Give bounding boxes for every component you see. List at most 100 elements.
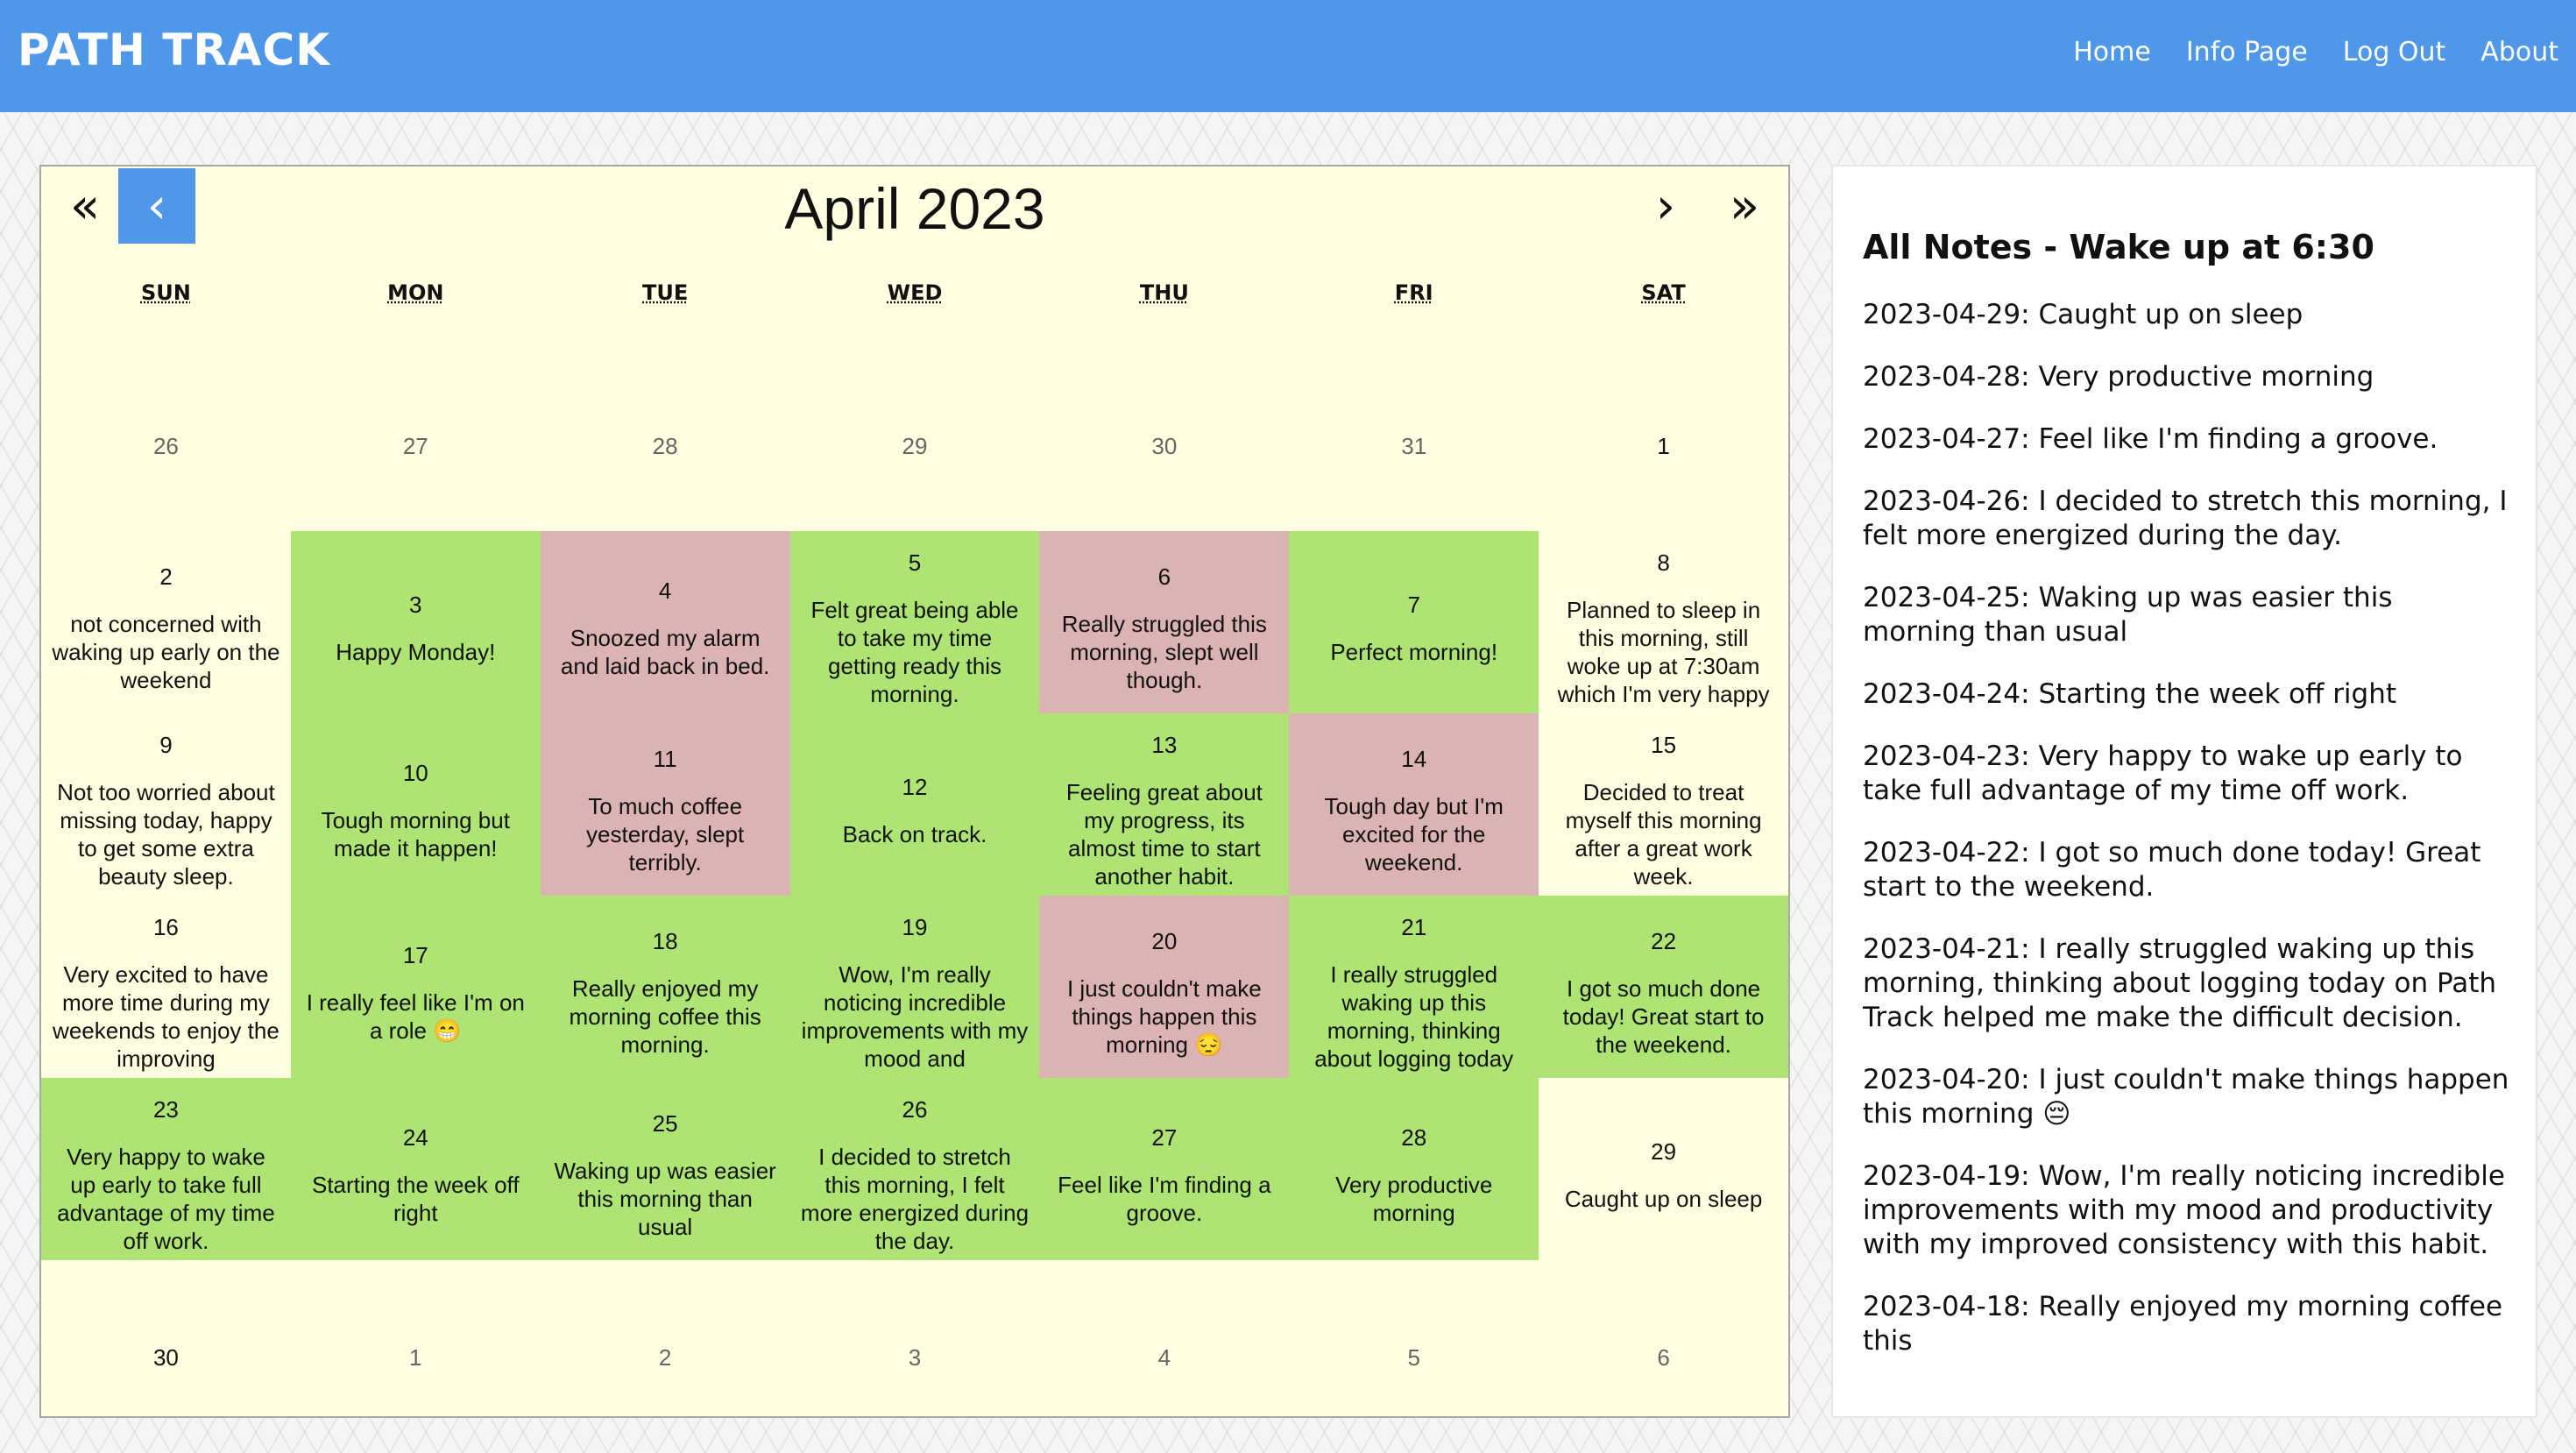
calendar-day-cell[interactable]: 4 Snoozed my alarm and laid back in bed. (540, 531, 790, 713)
notes-title: All Notes - Wake up at 6:30 (1863, 228, 2374, 266)
day-note: Not too worried about missing today, hap… (57, 778, 275, 890)
nav-about-link[interactable]: About (2480, 37, 2558, 67)
day-number: 11 (653, 745, 677, 772)
day-number: 5 (908, 549, 922, 576)
calendar-day-cell[interactable]: 23 Very happy to wake up early to take fu… (41, 1078, 291, 1260)
day-number: 30 (1151, 432, 1178, 459)
day-number: 1 (1657, 432, 1670, 459)
weekday-wed: WED (887, 280, 943, 305)
brand-logo[interactable]: PATH TRACK (18, 25, 330, 75)
calendar-day-cell[interactable]: 3 (790, 1260, 1040, 1442)
calendar-day-cell[interactable]: 29 (790, 349, 1040, 531)
day-number: 23 (152, 1095, 179, 1123)
calendar-day-cell[interactable]: 5 (1289, 1260, 1539, 1442)
calendar-day-cell[interactable]: 18 Really enjoyed my morning coffee this … (540, 896, 790, 1078)
calendar-day-cell[interactable]: 28 (541, 349, 790, 531)
next-year-button[interactable]: » (1706, 168, 1783, 244)
calendar-day-cell[interactable]: 15 Decided to treat myself this morning a… (1539, 713, 1788, 896)
calendar-day-cell[interactable]: 2 not concerned with waking up early on t… (41, 531, 291, 713)
day-note: I just couldn't make things happen this … (1066, 975, 1262, 1058)
calendar-day-cell[interactable]: 19 Wow, I'm really noticing incredible im… (789, 896, 1040, 1078)
weekday-fri: FRI (1394, 280, 1433, 305)
next-month-button[interactable]: › (1627, 168, 1704, 244)
calendar-day-cell[interactable]: 26 I decided to stretch this morning, I f… (789, 1078, 1040, 1260)
calendar-day-cell[interactable]: 26 (41, 349, 291, 531)
calendar-day-cell[interactable]: 27 (291, 349, 541, 531)
day-number: 25 (652, 1109, 678, 1137)
calendar-day-cell[interactable]: 1 (1539, 349, 1788, 531)
calendar-day-cell[interactable]: 6 (1539, 1260, 1788, 1442)
note-item: 2023-04-21: I really struggled waking up… (1863, 933, 2497, 1033)
calendar-day-cell[interactable]: 14 Tough day but I'm excited for the week… (1289, 713, 1539, 896)
day-number: 2 (658, 1343, 672, 1371)
calendar-day-cell[interactable]: 12 Back on track. (789, 713, 1040, 896)
day-number: 29 (902, 432, 928, 459)
day-number: 15 (1651, 731, 1677, 758)
note-item: 2023-04-19: Wow, I'm really noticing inc… (1863, 1160, 2505, 1260)
day-number: 6 (1157, 563, 1171, 590)
day-number: 1 (409, 1343, 422, 1371)
calendar-day-cell[interactable]: 3 Happy Monday! (290, 531, 541, 713)
calendar-day-cell[interactable]: 4 (1039, 1260, 1289, 1442)
calendar-day-cell[interactable]: 27 Feel like I'm finding a groove. (1039, 1078, 1290, 1260)
day-note: Planned to sleep in this morning, still … (1557, 596, 1770, 707)
day-note: Very productive morning (1335, 1171, 1493, 1226)
day-number: 27 (1151, 1123, 1178, 1151)
nav-logout-link[interactable]: Log Out (2343, 37, 2446, 67)
weekday-sun: SUN (140, 280, 191, 305)
day-number: 20 (1151, 927, 1178, 954)
day-number: 6 (1657, 1343, 1670, 1371)
calendar-day-cell[interactable]: 28 Very productive morning (1289, 1078, 1539, 1260)
calendar-day-cell[interactable]: 20 I just couldn't make things happen thi… (1039, 896, 1290, 1078)
day-number: 31 (1401, 432, 1427, 459)
calendar-day-cell[interactable]: 17 I really feel like I'm on a role 😁 (290, 896, 541, 1078)
calendar-header: « ‹ April 2023 › » (41, 167, 1788, 245)
top-navbar: PATH TRACK Home Info Page Log Out About (0, 0, 2576, 112)
calendar-day-cell[interactable]: 7 Perfect morning! (1289, 531, 1539, 713)
calendar-day-cell[interactable]: 25 Waking up was easier this morning than… (540, 1078, 790, 1260)
nav-info-link[interactable]: Info Page (2186, 37, 2308, 67)
day-number: 12 (902, 773, 928, 800)
day-note: Feel like I'm finding a groove. (1058, 1171, 1271, 1226)
calendar-day-cell[interactable]: 2 (541, 1260, 790, 1442)
day-number: 17 (402, 941, 428, 968)
calendar-day-cell[interactable]: 30 (1039, 349, 1289, 531)
day-number: 7 (1407, 591, 1420, 618)
day-number: 9 (159, 731, 173, 758)
month-title: April 2023 (784, 176, 1045, 241)
day-number: 28 (652, 432, 678, 459)
note-item: 2023-04-27: Feel like I'm finding a groo… (1863, 423, 2438, 455)
calendar-day-cell[interactable]: 10 Tough morning but made it happen! (290, 713, 541, 896)
nav-home-link[interactable]: Home (2073, 37, 2151, 67)
calendar-day-cell[interactable]: 30 (41, 1260, 291, 1442)
calendar-day-cell[interactable]: 21 I really struggled waking up this morn… (1289, 896, 1539, 1078)
note-item: 2023-04-24: Starting the week off right (1863, 678, 2397, 710)
calendar-day-cell[interactable]: 11 To much coffee yesterday, slept terrib… (540, 713, 790, 896)
day-number: 24 (402, 1123, 428, 1151)
calendar-day-cell[interactable]: 29 Caught up on sleep (1539, 1078, 1788, 1260)
day-note: Back on track. (842, 820, 987, 847)
day-number: 29 (1651, 1138, 1677, 1165)
day-number: 27 (402, 432, 428, 459)
calendar-day-cell[interactable]: 9 Not too worried about missing today, ha… (41, 713, 291, 896)
day-note: To much coffee yesterday, slept terribly… (586, 792, 745, 875)
calendar-day-cell[interactable]: 13 Feeling great about my progress, its a… (1039, 713, 1290, 896)
day-note: Very happy to wake up early to take full… (57, 1143, 275, 1254)
calendar-day-cell[interactable]: 31 (1289, 349, 1539, 531)
day-number: 18 (652, 927, 678, 954)
day-number: 13 (1151, 731, 1178, 758)
calendar-day-cell[interactable]: 24 Starting the week off right (290, 1078, 541, 1260)
day-note: Snoozed my alarm and laid back in bed. (560, 624, 770, 679)
calendar-day-cell[interactable]: 1 (291, 1260, 541, 1442)
day-note: Caught up on sleep (1564, 1185, 1763, 1212)
calendar-day-cell[interactable]: 5 Felt great being able to take my time g… (789, 531, 1040, 713)
day-note: Perfect morning! (1330, 638, 1498, 665)
calendar-day-cell[interactable]: 6 Really struggled this morning, slept we… (1039, 531, 1290, 713)
note-item: 2023-04-22: I got so much done today! Gr… (1863, 837, 2481, 903)
calendar-day-cell[interactable]: 16 Very excited to have more time during … (41, 896, 291, 1078)
day-number: 4 (1157, 1343, 1171, 1371)
calendar-day-cell[interactable]: 22 I got so much done today! Great start … (1539, 896, 1788, 1078)
day-note: Tough day but I'm excited for the weeken… (1324, 792, 1504, 875)
calendar-day-cell[interactable]: 8 Planned to sleep in this morning, still… (1539, 531, 1788, 713)
calendar-grid: 26 27 28 29 30 31 1 2 not concerned with waking … (41, 349, 1788, 1442)
